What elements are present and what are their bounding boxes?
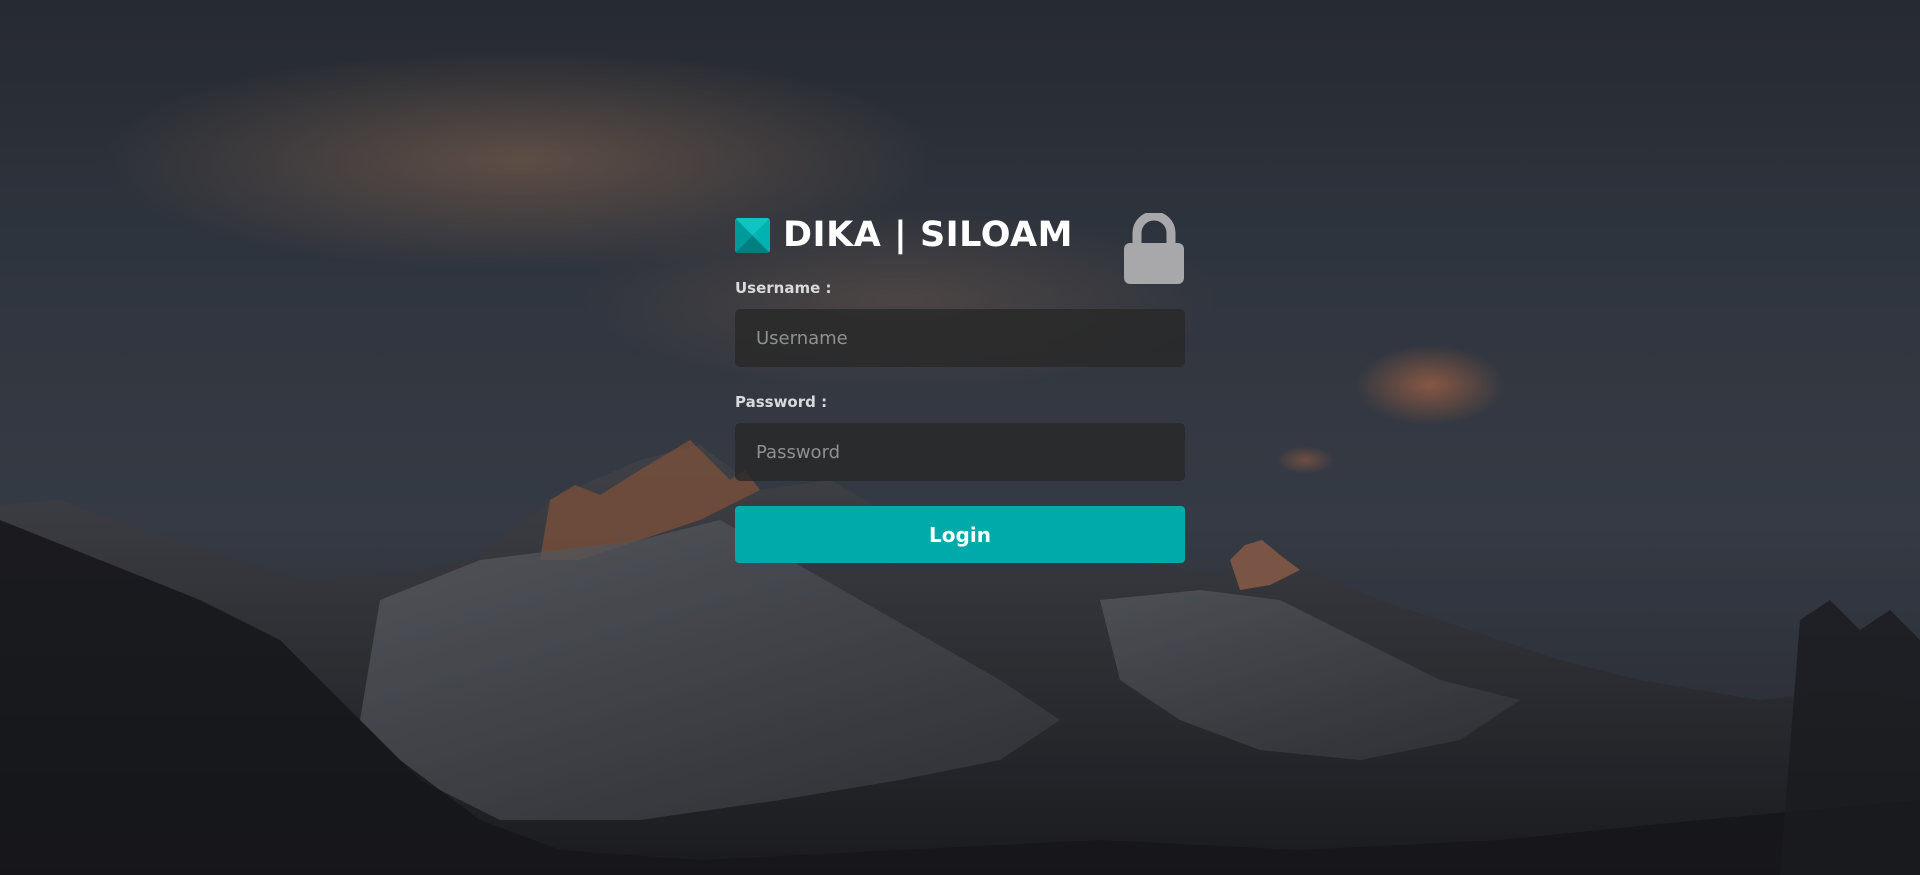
login-button[interactable]: Login (735, 506, 1185, 563)
password-input[interactable] (735, 423, 1185, 481)
brand-title: DIKA | SILOAM (783, 215, 1073, 255)
username-input[interactable] (735, 309, 1185, 367)
username-label: Username : (735, 279, 832, 297)
login-panel: DIKA | SILOAM Username : Password : Logi… (735, 211, 1185, 563)
brand-header: DIKA | SILOAM (735, 211, 1185, 284)
diamond-logo-icon (735, 217, 770, 253)
lock-icon (1123, 211, 1185, 285)
password-label: Password : (735, 393, 828, 411)
